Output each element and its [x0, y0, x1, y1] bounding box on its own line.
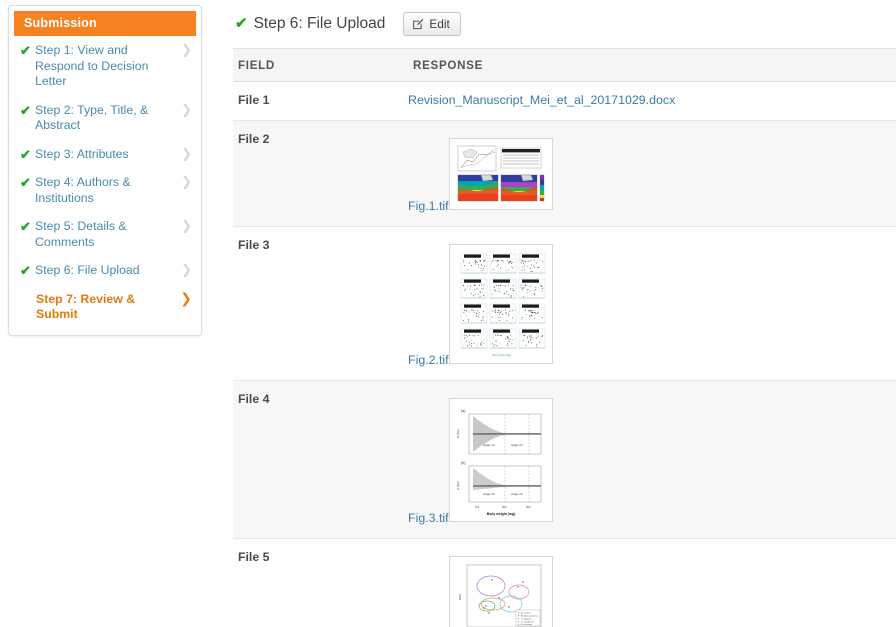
file-field-cell: File 1	[233, 81, 408, 121]
table-row: File 3 Fig.2.tif Time since dig	[233, 226, 896, 381]
sidebar-header: Submission	[14, 11, 196, 36]
svg-text:stage 1a: stage 1a	[483, 443, 495, 447]
svg-text:Time since dig: Time since dig	[491, 353, 511, 357]
file-field-label: File 2	[238, 132, 270, 146]
sidebar-step-item-1[interactable]: ✔ Step 1: View and Respond to Decision Le…	[14, 36, 196, 96]
table-row: File 1 Revision_Manuscript_Mei_et_al_2017…	[233, 81, 896, 121]
chevron-right-icon: ❯	[181, 219, 192, 234]
chevron-right-icon: ❯	[181, 102, 192, 118]
check-icon: ✔	[20, 263, 31, 278]
svg-text:stage 2b: stage 2b	[511, 443, 523, 447]
svg-text:B: physical stress: B: physical stress	[521, 615, 539, 618]
map-contour-figure	[452, 142, 549, 206]
sidebar-step-label: Step 1: View and Respond to Decision Let…	[35, 43, 149, 88]
file-field-label: File 3	[238, 238, 270, 252]
chevron-right-icon: ❯	[181, 146, 192, 162]
svg-text:E: recovery: E: recovery	[521, 623, 533, 626]
svg-text:D: combined: D: combined	[521, 622, 534, 624]
edit-button-label: Edit	[429, 17, 450, 31]
file-link[interactable]: Fig.3.tif	[408, 511, 449, 526]
check-icon: ✔	[235, 15, 248, 32]
table-header-row: FIELD RESPONSE	[233, 48, 896, 82]
file-field-label: File 1	[238, 93, 270, 107]
file-field-cell: File 2	[233, 120, 408, 227]
pencil-square-icon	[412, 18, 424, 30]
edit-button[interactable]: Edit	[403, 12, 461, 36]
svg-text:ln (Pe): ln (Pe)	[456, 429, 460, 438]
sidebar-step-label: Step 5: Details & Comments	[35, 219, 127, 249]
svg-text:ln (Pe): ln (Pe)	[456, 481, 460, 490]
panel-title-row: ✔ Step 6: File Upload Edit	[233, 0, 896, 48]
check-icon: ✔	[20, 102, 31, 118]
table-row: File 2 Fig.1.tif	[233, 120, 896, 227]
svg-text:A: control: A: control	[521, 612, 531, 615]
svg-text:C: hypoxia: C: hypoxia	[521, 619, 532, 621]
sidebar-step-item-2[interactable]: ✔ Step 2: Type, Title, & Abstract ❯	[14, 96, 196, 140]
file-upload-table: FIELD RESPONSE File 1 Revision_Manuscript…	[233, 48, 896, 627]
svg-text:0.0: 0.0	[475, 505, 480, 509]
file-response-cell: Fig.1.tif	[408, 120, 896, 227]
file-response-cell: Fig.2.tif Time since dig	[408, 226, 896, 381]
svg-text:(a): (a)	[461, 409, 465, 413]
sidebar-step-label: Step 3: Attributes	[35, 146, 129, 161]
chevron-right-icon: ❯	[181, 175, 192, 190]
table-head: FIELD RESPONSE	[233, 48, 896, 82]
column-header-field: FIELD	[233, 48, 408, 82]
file-field-cell: File 4	[233, 380, 408, 539]
file-thumbnail[interactable]: PC2 A: control B: physical stress C: hyp…	[448, 556, 553, 627]
sidebar-step-label: Step 4: Authors & Institutions	[35, 175, 131, 205]
svg-text:stage 2b: stage 2b	[511, 492, 523, 496]
chevron-right-icon: ❯	[181, 43, 192, 58]
step-list: ✔ Step 1: View and Respond to Decision Le…	[14, 36, 196, 329]
sidebar-step-item-7[interactable]: Step 7: Review & Submit ❯	[14, 285, 196, 329]
submission-sidebar: Submission ✔ Step 1: View and Respond to …	[8, 5, 202, 336]
sidebar-step-label: Step 2: Type, Title, & Abstract	[35, 102, 149, 133]
file-link[interactable]: Fig.2.tif	[408, 353, 449, 368]
page-title: Step 6: File Upload	[253, 15, 386, 32]
sidebar-step-label: Step 6: File Upload	[35, 263, 140, 277]
check-icon: ✔	[20, 219, 31, 234]
check-icon: ✔	[20, 146, 31, 162]
file-response-cell: Fig.3.tif (a) stage 1a stage 2b ln (Pe) …	[408, 380, 896, 539]
svg-text:W1: W1	[502, 505, 507, 509]
file-field-cell: File 3	[233, 226, 408, 381]
funnel-lineplot-figure: (a) stage 1a stage 2b ln (Pe) (b) stage …	[452, 402, 549, 518]
svg-text:W2: W2	[526, 505, 531, 509]
file-field-cell: File 5	[233, 538, 408, 627]
file-link[interactable]: Fig.1.tif	[408, 199, 449, 214]
scatter-grid-figure: Time since dig	[452, 248, 549, 360]
main-panel: ✔ Step 6: File Upload Edit FIELD RESPONS…	[233, 0, 896, 627]
svg-text:(b): (b)	[461, 461, 465, 465]
table-row: File 4 Fig.3.tif (a) stage 1a stage 2b ln…	[233, 380, 896, 539]
column-header-response: RESPONSE	[408, 48, 896, 82]
page-root: Submission ✔ Step 1: View and Respond to …	[0, 0, 896, 627]
sidebar-step-item-3[interactable]: ✔ Step 3: Attributes ❯	[14, 140, 196, 169]
file-response-cell: Revision_Manuscript_Mei_et_al_20171029.d…	[408, 81, 896, 121]
table-row: File 5 Fig.4.tif PC2 A: control B: physic…	[233, 538, 896, 627]
sidebar-step-item-4[interactable]: ✔ Step 4: Authors & Institutions ❯	[14, 168, 196, 212]
sidebar-step-label: Step 7: Review & Submit	[36, 291, 136, 322]
ordination-ellipse-figure: PC2 A: control B: physical stress C: hyp…	[452, 560, 549, 627]
file-link[interactable]: Revision_Manuscript_Mei_et_al_20171029.d…	[408, 93, 675, 108]
sidebar-step-item-5[interactable]: ✔ Step 5: Details & Comments ❯	[14, 212, 196, 256]
check-icon: ✔	[20, 175, 31, 190]
check-icon: ✔	[20, 43, 31, 58]
file-field-label: File 4	[238, 392, 270, 406]
table-body: File 1 Revision_Manuscript_Mei_et_al_2017…	[233, 81, 896, 627]
file-field-label: File 5	[238, 550, 270, 564]
file-thumbnail[interactable]: Time since dig	[448, 244, 553, 364]
file-response-cell: Fig.4.tif PC2 A: control B: physical str…	[408, 538, 896, 627]
file-thumbnail[interactable]	[448, 138, 553, 210]
sidebar-step-item-6[interactable]: ✔ Step 6: File Upload ❯	[14, 256, 196, 285]
chevron-right-icon: ❯	[180, 290, 192, 307]
svg-text:Body weight (mg): Body weight (mg)	[486, 512, 514, 516]
svg-text:stage 1b: stage 1b	[483, 492, 495, 496]
file-thumbnail[interactable]: (a) stage 1a stage 2b ln (Pe) (b) stage …	[448, 398, 553, 522]
chevron-right-icon: ❯	[181, 263, 192, 278]
svg-text:PC2: PC2	[458, 594, 462, 600]
